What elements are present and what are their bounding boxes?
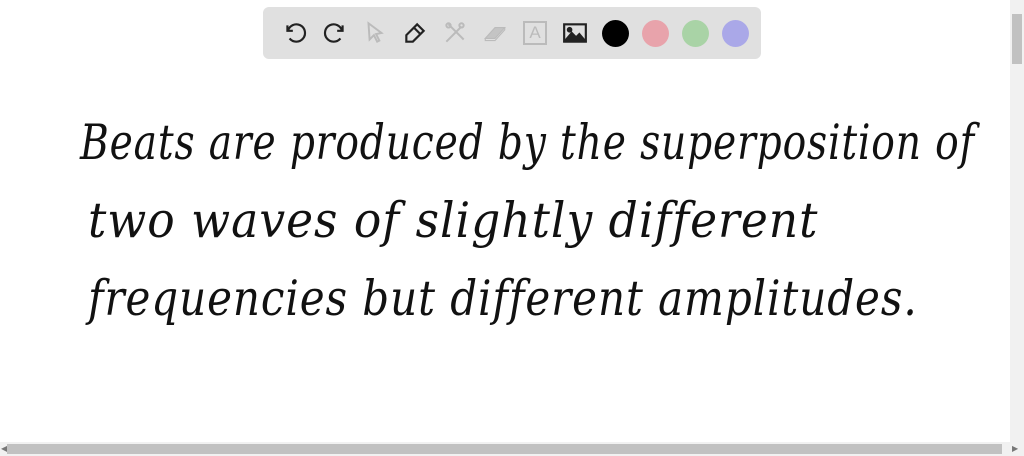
vertical-scrollbar[interactable] (1010, 0, 1024, 442)
color-black[interactable] (595, 13, 635, 53)
handwritten-line-2: two waves of slightly different (88, 192, 819, 249)
insert-image-button[interactable] (555, 13, 595, 53)
eraser-button[interactable] (475, 13, 515, 53)
undo-button[interactable] (275, 13, 315, 53)
color-purple[interactable] (715, 13, 755, 53)
drawing-canvas[interactable]: Beats are produced by the superposition … (0, 64, 1010, 442)
pen-icon (405, 22, 426, 43)
handwritten-line-3: frequencies but different amplitudes. (88, 270, 918, 327)
text-tool-icon: A (523, 21, 547, 45)
vertical-scroll-thumb[interactable] (1012, 14, 1022, 64)
tools-icon (445, 22, 465, 43)
undo-icon (286, 23, 307, 43)
tools-button[interactable] (435, 13, 475, 53)
image-icon (562, 23, 588, 43)
horizontal-scrollbar[interactable]: ◀ ▶ (0, 442, 1024, 456)
text-tool-button[interactable]: A (515, 13, 555, 53)
color-green[interactable] (675, 13, 715, 53)
color-pink[interactable] (635, 13, 675, 53)
pen-button[interactable] (395, 13, 435, 53)
select-button[interactable] (355, 13, 395, 53)
horizontal-scroll-thumb[interactable] (7, 444, 1002, 454)
scroll-right-arrow-icon[interactable]: ▶ (1012, 444, 1018, 453)
redo-button[interactable] (315, 13, 355, 53)
select-pointer-icon (367, 21, 384, 43)
redo-icon (323, 23, 344, 43)
drawing-toolbar: A (263, 7, 761, 59)
eraser-icon (484, 27, 506, 42)
handwritten-line-1: Beats are produced by the superposition … (80, 114, 975, 171)
